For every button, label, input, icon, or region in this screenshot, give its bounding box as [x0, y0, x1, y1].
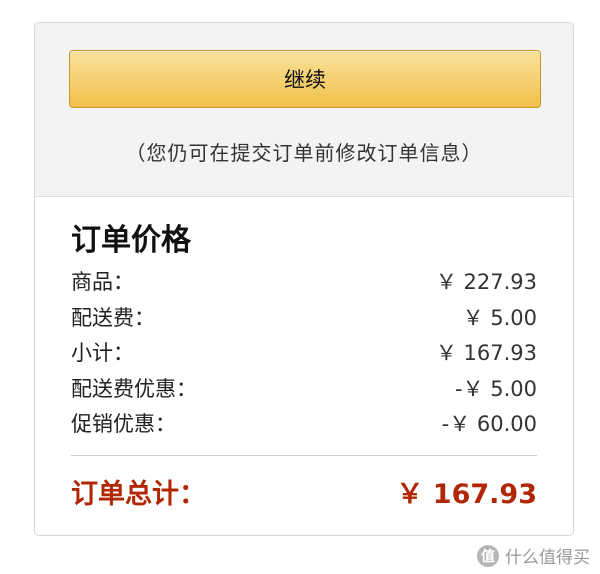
summary-title: 订单价格 — [71, 223, 191, 258]
summary-row-subtotal: 小计： ￥ 167.93 — [71, 336, 537, 372]
total-label: 订单总计： — [71, 479, 206, 510]
row-label: 小计： — [71, 341, 134, 365]
row-label: 促销优惠： — [71, 412, 176, 436]
summary-row-promo-discount: 促销优惠： -￥ 60.00 — [71, 407, 537, 443]
row-value: ￥ 227.93 — [435, 270, 537, 294]
watermark-logo-icon: 值 — [477, 544, 499, 567]
continue-button[interactable]: 继续 — [69, 50, 541, 108]
continue-section: 继续 （您仍可在提交订单前修改订单信息） — [35, 23, 573, 197]
summary-row-items: 商品： ￥ 227.93 — [71, 265, 537, 301]
row-value: ￥ 5.00 — [462, 305, 537, 330]
summary-row-shipping: 配送费： ￥ 5.00 — [71, 301, 537, 337]
row-value: -￥ 5.00 — [454, 376, 537, 401]
row-label: 配送费优惠： — [71, 376, 197, 401]
edit-hint: （您仍可在提交订单前修改订单信息） — [125, 141, 483, 165]
row-label: 商品： — [71, 270, 134, 294]
watermark-text: 什么值得买 — [505, 548, 590, 568]
total-value: ￥ 167.93 — [396, 479, 537, 510]
watermark: 值 什么值得买 — [477, 543, 590, 568]
summary-row-shipping-discount: 配送费优惠： -￥ 5.00 — [71, 372, 537, 408]
row-value: ￥ 167.93 — [435, 341, 537, 365]
row-label: 配送费： — [71, 305, 155, 330]
row-value: -￥ 60.00 — [441, 412, 537, 436]
order-total: 订单总计： ￥ 167.93 — [71, 456, 537, 528]
order-summary: 订单价格 商品： ￥ 227.93 配送费： ￥ 5.00 小计： ￥ 167.… — [71, 221, 537, 528]
order-card: 继续 （您仍可在提交订单前修改订单信息） 订单价格 商品： ￥ 227.93 配… — [34, 22, 574, 536]
